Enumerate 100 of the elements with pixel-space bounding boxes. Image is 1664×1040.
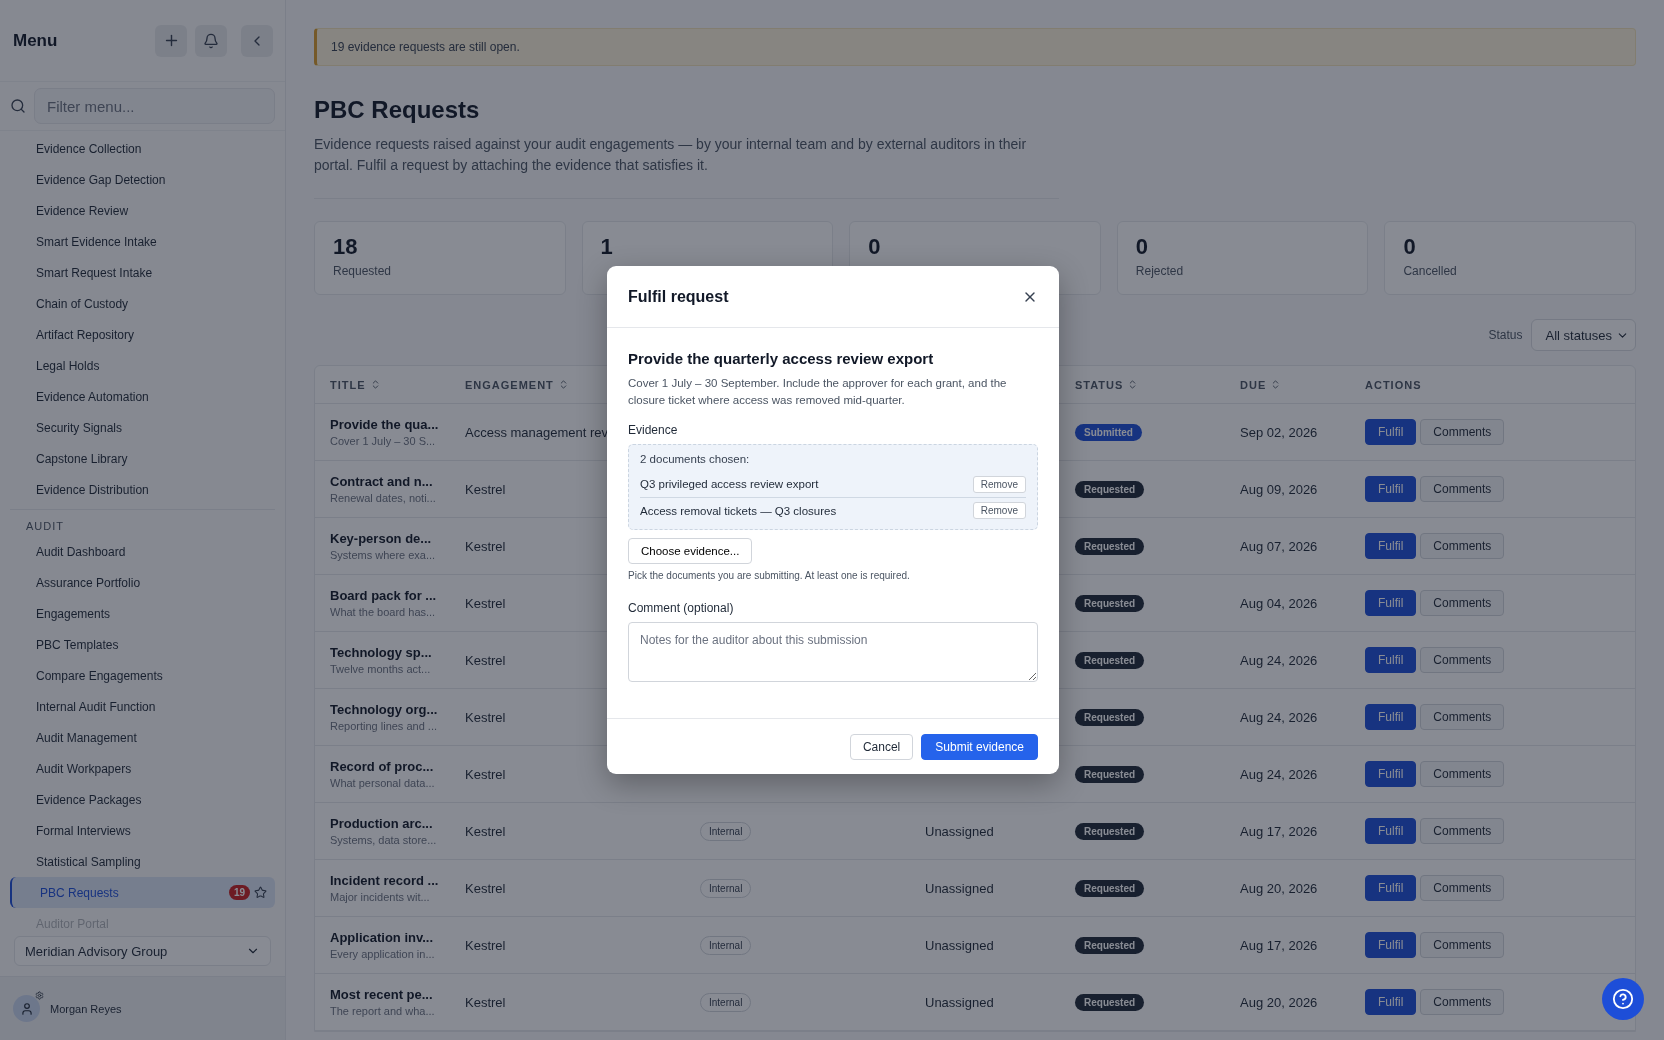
comments-button[interactable]: Comments	[1420, 533, 1505, 559]
status-badge: Submitted	[1075, 423, 1142, 441]
fulfil-button[interactable]: Fulfil	[1365, 818, 1417, 844]
menu-item[interactable]: Assurance Portfolio	[10, 567, 275, 598]
choose-evidence-button[interactable]: Choose evidence...	[628, 538, 753, 564]
owner-cell: Unassigned	[925, 823, 994, 839]
request-title: Most recent pe...	[330, 987, 434, 1002]
fulfil-button[interactable]: Fulfil	[1365, 704, 1417, 730]
fulfil-button[interactable]: Fulfil	[1365, 647, 1417, 673]
due-date: Aug 04, 2026	[1240, 595, 1318, 611]
status-badge: Requested	[1075, 993, 1145, 1011]
request-description: Cover 1 July – 30 September. Include the approver for each grant, and the closure ticket where access was removed mid-quarter.	[628, 376, 1008, 408]
menu-item[interactable]: Evidence Gap Detection	[10, 164, 275, 195]
menu-item[interactable]: Capstone Library	[10, 443, 275, 474]
request-title: Record of proc...	[330, 759, 435, 774]
organization-select[interactable]: Meridian Advisory Group	[14, 936, 271, 966]
menu-item[interactable]: Internal Audit Function	[10, 691, 275, 722]
status-select[interactable]: All statuses	[1530, 319, 1636, 351]
page-description: Evidence requests raised against your audit engagements — by your internal team and by external auditors in their portal. Fulfil a request by attaching the evidence that satisfies it.	[314, 134, 1059, 199]
menu-item[interactable]: Evidence Review	[10, 195, 275, 226]
menu-item[interactable]: Legal Holds	[10, 350, 275, 381]
menu-item[interactable]: Audit Management	[10, 722, 275, 753]
user-name: Morgan Reyes	[50, 1002, 122, 1015]
menu-item[interactable]: Formal Interviews	[10, 815, 275, 846]
gear-icon[interactable]	[35, 991, 44, 1000]
comments-button[interactable]: Comments	[1420, 647, 1505, 673]
submit-button[interactable]: Submit evidence	[921, 733, 1038, 760]
menu-item[interactable]: Evidence Packages	[10, 784, 275, 815]
request-subtitle: Major incidents wit...	[330, 891, 431, 903]
column-header[interactable]: TITLE	[330, 378, 465, 391]
organization-name: Meridian Advisory Group	[25, 943, 168, 959]
menu-item[interactable]: Audit Workpapers	[10, 753, 275, 784]
menu-item[interactable]: Engagements	[10, 598, 275, 629]
due-date: Aug 07, 2026	[1240, 538, 1318, 554]
fulfil-button[interactable]: Fulfil	[1365, 989, 1417, 1015]
menu-item[interactable]: PBC Templates	[10, 629, 275, 660]
status-badge: Requested	[1075, 822, 1145, 840]
comments-button[interactable]: Comments	[1420, 989, 1505, 1015]
owner-cell: Unassigned	[925, 880, 994, 896]
add-button[interactable]	[155, 24, 187, 57]
status-badge: Requested	[1075, 765, 1145, 783]
request-title: Technology org...	[330, 702, 439, 717]
comments-button[interactable]: Comments	[1420, 932, 1505, 958]
request-subtitle: Twelve months act...	[330, 663, 432, 675]
column-header[interactable]: ACTIONS	[1365, 378, 1635, 391]
info-banner: 19 evidence requests are still open.	[314, 28, 1636, 66]
request-subtitle: What personal data...	[330, 777, 436, 789]
column-header[interactable]: STATUS	[1075, 378, 1240, 391]
status-badge: Requested	[1075, 879, 1145, 897]
page-title: PBC Requests	[314, 96, 481, 124]
comments-button[interactable]: Comments	[1420, 761, 1505, 787]
comment-field[interactable]: Notes for the auditor about this submission	[628, 622, 1038, 682]
status-badge: Requested	[1075, 537, 1145, 555]
engagement-cell: Kestrel	[465, 880, 506, 896]
column-header[interactable]: DUE	[1240, 378, 1365, 391]
filter-field[interactable]: Filter menu...	[34, 88, 275, 124]
request-subtitle: Systems, data store...	[330, 834, 438, 846]
request-title: Application inv...	[330, 930, 435, 945]
fulfil-button[interactable]: Fulfil	[1365, 932, 1417, 958]
menu-item[interactable]: Compare Engagements	[10, 660, 275, 691]
fulfil-button[interactable]: Fulfil	[1365, 590, 1417, 616]
menu-item[interactable]: Evidence Collection	[10, 133, 275, 164]
request-title: Contract and n...	[330, 474, 434, 489]
menu-item[interactable]: Evidence Distribution	[10, 474, 275, 505]
comments-button[interactable]: Comments	[1420, 704, 1505, 730]
owner-cell: Unassigned	[925, 994, 994, 1010]
sidebar-title: Menu	[13, 30, 59, 51]
comments-button[interactable]: Comments	[1420, 875, 1505, 901]
comments-button[interactable]: Comments	[1420, 590, 1505, 616]
star-icon[interactable]	[254, 886, 267, 899]
due-date: Aug 20, 2026	[1240, 880, 1318, 896]
menu-item[interactable]: Audit Dashboard	[10, 536, 275, 567]
menu-item[interactable]: Chain of Custody	[10, 288, 275, 319]
menu-item[interactable]: Evidence Automation	[10, 381, 275, 412]
fulfil-button[interactable]: Fulfil	[1365, 875, 1417, 901]
cancel-button[interactable]: Cancel	[849, 733, 914, 760]
stat-label: Cancelled	[1403, 264, 1458, 278]
field-hint: Pick the documents you are submitting. At least one is required.	[628, 570, 911, 581]
owner-cell: Unassigned	[925, 937, 994, 953]
stat-value: 0	[868, 234, 882, 260]
remove-button[interactable]: Remove	[972, 502, 1026, 519]
menu-item[interactable]: Smart Evidence Intake	[10, 226, 275, 257]
fulfil-button[interactable]: Fulfil	[1365, 761, 1417, 787]
menu-item[interactable]: Security Signals	[10, 412, 275, 443]
comments-button[interactable]: Comments	[1420, 419, 1505, 445]
comments-button[interactable]: Comments	[1420, 476, 1505, 502]
fulfil-button[interactable]: Fulfil	[1365, 533, 1417, 559]
notifications-button[interactable]	[195, 24, 227, 57]
collapse-button[interactable]	[241, 24, 273, 57]
fulfil-button[interactable]: Fulfil	[1365, 476, 1417, 502]
comments-button[interactable]: Comments	[1420, 818, 1505, 844]
status-badge: Requested	[1075, 651, 1145, 669]
fulfil-button[interactable]: Fulfil	[1365, 419, 1417, 445]
remove-button[interactable]: Remove	[972, 475, 1026, 493]
menu-item[interactable]: Statistical Sampling	[10, 846, 275, 877]
menu-item[interactable]: Artifact Repository	[10, 319, 275, 350]
search-icon	[10, 98, 26, 114]
help-icon	[1612, 988, 1634, 1010]
menu-item[interactable]: PBC Requests 19	[10, 877, 275, 908]
menu-item[interactable]: Smart Request Intake	[10, 257, 275, 288]
